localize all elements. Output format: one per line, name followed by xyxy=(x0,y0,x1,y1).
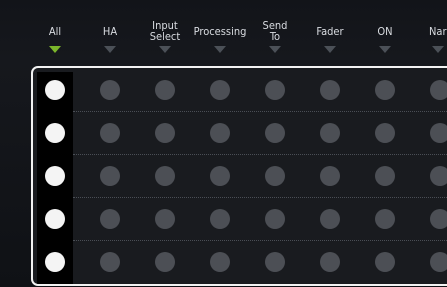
link-toggle-row2-col1[interactable] xyxy=(45,123,65,143)
column-header-send-to[interactable]: Send To xyxy=(247,18,303,60)
link-grid xyxy=(31,66,447,286)
column-label-send-to: Send To xyxy=(262,19,288,43)
link-toggle-row2-col4[interactable] xyxy=(210,123,230,143)
link-toggle-row3-col7[interactable] xyxy=(375,166,395,186)
link-toggle-row4-col1[interactable] xyxy=(45,209,65,229)
link-toggle-row1-col8[interactable] xyxy=(430,80,447,100)
link-toggle-row3-col6[interactable] xyxy=(320,166,340,186)
link-toggle-row2-col5[interactable] xyxy=(265,123,285,143)
link-toggle-row3-col5[interactable] xyxy=(265,166,285,186)
link-toggle-row5-col1[interactable] xyxy=(45,252,65,272)
link-toggle-row4-col7[interactable] xyxy=(375,209,395,229)
column-label-processing: Processing xyxy=(193,24,247,38)
link-toggle-row2-col6[interactable] xyxy=(320,123,340,143)
link-toggle-row3-col2[interactable] xyxy=(100,166,120,186)
link-toggle-row1-col1[interactable] xyxy=(45,80,65,100)
link-toggle-row5-col8[interactable] xyxy=(430,252,447,272)
link-toggle-row5-col7[interactable] xyxy=(375,252,395,272)
column-header-on[interactable]: ON xyxy=(357,18,413,60)
link-toggle-row3-col3[interactable] xyxy=(155,166,175,186)
column-label-fader: Fader xyxy=(316,24,344,38)
triangle-down-icon xyxy=(269,46,281,53)
link-toggle-row4-col8[interactable] xyxy=(430,209,447,229)
row-separator xyxy=(73,197,447,198)
column-label-ha: HA xyxy=(102,24,118,38)
column-header-processing[interactable]: Processing xyxy=(192,18,248,60)
triangle-down-icon xyxy=(214,46,226,53)
column-label-all: All xyxy=(48,24,62,38)
column-header-ha[interactable]: HA xyxy=(82,18,138,60)
column-label-name: Nar xyxy=(429,24,447,38)
link-toggle-row2-col3[interactable] xyxy=(155,123,175,143)
link-toggle-row1-col4[interactable] xyxy=(210,80,230,100)
column-header-fader[interactable]: Fader xyxy=(302,18,358,60)
link-toggle-row3-col1[interactable] xyxy=(45,166,65,186)
channel-link-screen: All HA Input Select Processing Send To F… xyxy=(0,0,447,287)
triangle-down-icon xyxy=(49,46,61,53)
link-toggle-row4-col5[interactable] xyxy=(265,209,285,229)
link-toggle-row1-col5[interactable] xyxy=(265,80,285,100)
link-toggle-row5-col6[interactable] xyxy=(320,252,340,272)
row-separator xyxy=(73,240,447,241)
link-toggle-row1-col6[interactable] xyxy=(320,80,340,100)
link-toggle-row4-col3[interactable] xyxy=(155,209,175,229)
triangle-down-icon xyxy=(159,46,171,53)
column-label-on: ON xyxy=(377,24,393,38)
link-toggle-row5-col4[interactable] xyxy=(210,252,230,272)
link-toggle-row4-col2[interactable] xyxy=(100,209,120,229)
link-toggle-row1-col3[interactable] xyxy=(155,80,175,100)
link-toggle-row5-col3[interactable] xyxy=(155,252,175,272)
link-toggle-row3-col4[interactable] xyxy=(210,166,230,186)
column-label-input-select: Input Select xyxy=(149,19,181,43)
link-toggle-row5-col2[interactable] xyxy=(100,252,120,272)
column-header-all[interactable]: All xyxy=(27,18,83,60)
triangle-down-icon xyxy=(324,46,336,53)
link-toggle-row1-col7[interactable] xyxy=(375,80,395,100)
link-toggle-row5-col5[interactable] xyxy=(265,252,285,272)
link-toggle-row3-col8[interactable] xyxy=(430,166,447,186)
link-toggle-row2-col8[interactable] xyxy=(430,123,447,143)
column-header-input-select[interactable]: Input Select xyxy=(137,18,193,60)
row-separator xyxy=(73,111,447,112)
triangle-down-icon xyxy=(104,46,116,53)
link-toggle-row2-col7[interactable] xyxy=(375,123,395,143)
link-toggle-row1-col2[interactable] xyxy=(100,80,120,100)
triangle-down-icon xyxy=(379,46,391,53)
link-toggle-row2-col2[interactable] xyxy=(100,123,120,143)
triangle-down-icon xyxy=(432,46,444,53)
row-separator xyxy=(73,154,447,155)
link-toggle-row4-col4[interactable] xyxy=(210,209,230,229)
column-header-name[interactable]: Nar xyxy=(412,18,447,60)
link-toggle-row4-col6[interactable] xyxy=(320,209,340,229)
